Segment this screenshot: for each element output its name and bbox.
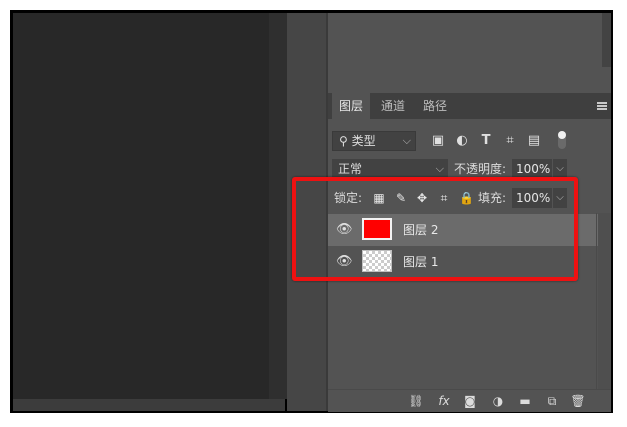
- opacity-input[interactable]: 100%: [512, 159, 552, 179]
- annotation-highlight-box: [292, 177, 578, 281]
- new-group-icon[interactable]: ▬: [517, 393, 533, 409]
- layer-filter-row: ⚲ 类型 ⌵ ▣ ◐ T ⌗ ▤: [328, 129, 611, 153]
- new-layer-icon[interactable]: ⧉: [544, 393, 560, 409]
- panel-menu-icon[interactable]: [597, 102, 607, 110]
- adjustment-filter-icon[interactable]: ◐: [454, 133, 470, 149]
- filter-kind-label: 类型: [351, 134, 376, 148]
- tab-layers[interactable]: 图层: [332, 93, 370, 119]
- layers-scrollbar[interactable]: [598, 213, 611, 403]
- layers-bottom-toolbar: ⛓ fx ◙ ◑ ▬ ⧉ 🗑: [328, 389, 611, 412]
- shape-filter-icon[interactable]: ⌗: [502, 133, 518, 149]
- document-canvas-area[interactable]: [13, 13, 269, 399]
- layers-list-divider: [596, 213, 597, 399]
- filter-kind-select[interactable]: ⚲ 类型 ⌵: [332, 131, 416, 151]
- opacity-label: 不透明度:: [454, 162, 507, 176]
- image-filter-icon[interactable]: ▣: [430, 133, 446, 149]
- chevron-down-icon: ⌵: [402, 134, 411, 147]
- adjustment-layer-icon[interactable]: ◑: [490, 393, 506, 409]
- add-mask-icon[interactable]: ◙: [462, 393, 478, 409]
- link-layers-icon[interactable]: ⛓: [408, 393, 424, 409]
- upper-panel-area: [328, 13, 611, 91]
- opacity-dropdown-icon[interactable]: ⌵: [553, 159, 567, 179]
- chevron-down-icon: ⌵: [435, 162, 444, 175]
- type-filter-icon[interactable]: T: [478, 133, 494, 149]
- panel-tab-bar: 图层 通道 路径: [328, 93, 611, 119]
- search-icon: ⚲: [339, 134, 348, 148]
- upper-panel-scrollbar[interactable]: [602, 13, 611, 67]
- smart-object-filter-icon[interactable]: ▤: [526, 133, 542, 149]
- blend-mode-value: 正常: [338, 162, 363, 176]
- filter-toggle[interactable]: [558, 131, 566, 149]
- layer-style-fx-icon[interactable]: fx: [436, 393, 452, 409]
- tab-paths[interactable]: 路径: [416, 93, 454, 119]
- canvas-vertical-scroll-area[interactable]: [269, 13, 287, 399]
- delete-layer-icon[interactable]: 🗑: [570, 393, 586, 409]
- blend-mode-select[interactable]: 正常 ⌵: [332, 159, 448, 179]
- tab-channels[interactable]: 通道: [374, 93, 412, 119]
- canvas-horizontal-scrollbar[interactable]: [13, 399, 285, 411]
